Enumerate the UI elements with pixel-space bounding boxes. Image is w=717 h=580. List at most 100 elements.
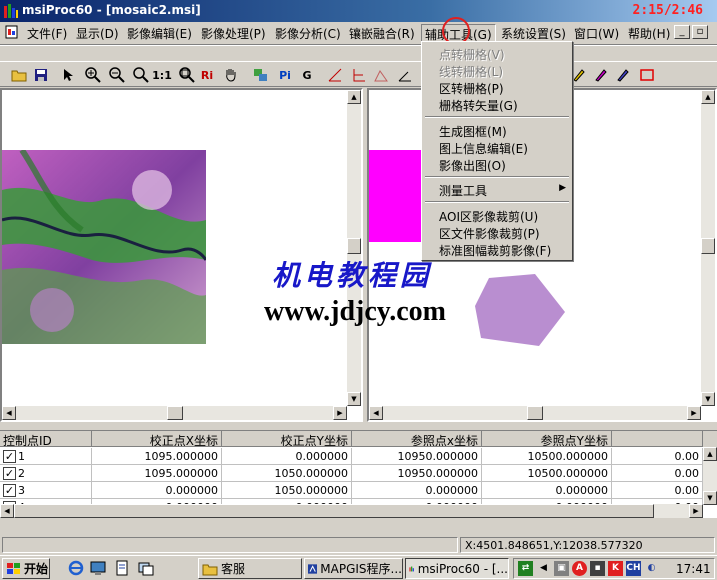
- k-icon[interactable]: K: [608, 561, 623, 576]
- table-vertical-scrollbar[interactable]: ▲ ▼: [703, 447, 717, 505]
- menu-map-info-edit[interactable]: 图上信息编辑(E): [439, 140, 528, 157]
- cell-ref-y[interactable]: 10500.000000: [482, 465, 612, 482]
- menu-window[interactable]: 窗口(W): [571, 24, 622, 43]
- save-icon[interactable]: [32, 66, 50, 84]
- menu-area-to-raster[interactable]: 区转栅格(P): [439, 80, 504, 97]
- scroll-down-icon[interactable]: ▼: [347, 392, 361, 406]
- menu-point-to-raster[interactable]: 点转栅格(V): [439, 46, 505, 63]
- start-button[interactable]: 开始: [2, 558, 50, 579]
- table-horizontal-scrollbar[interactable]: ◀ ▶: [0, 504, 703, 518]
- menu-mosaic-fusion[interactable]: 镶嵌融合(R): [346, 24, 418, 43]
- menu-line-to-raster[interactable]: 线转栅格(L): [439, 63, 503, 80]
- cell-point-id[interactable]: ✓ 3: [0, 482, 92, 499]
- marker-icon[interactable]: [614, 66, 632, 84]
- col-header-ref-y[interactable]: 参照点Y坐标: [482, 431, 612, 447]
- cell-extra[interactable]: 0.00: [612, 448, 703, 465]
- volume-icon[interactable]: ◀: [536, 561, 551, 576]
- desktop-icon[interactable]: [90, 560, 106, 576]
- zoom-icon[interactable]: [132, 66, 150, 84]
- scroll-right-icon[interactable]: ▶: [333, 406, 347, 420]
- zoom-1to1-button[interactable]: 1:1: [152, 66, 172, 84]
- cell-corr-y[interactable]: 1050.000000: [222, 465, 352, 482]
- zoom-in-icon[interactable]: [84, 66, 102, 84]
- ri-button[interactable]: Ri: [198, 66, 216, 84]
- menu-image-output[interactable]: 影像出图(O): [439, 157, 506, 174]
- cell-ref-x[interactable]: 10950.000000: [352, 448, 482, 465]
- security-icon[interactable]: ▣: [554, 561, 569, 576]
- scroll-right-icon[interactable]: ▶: [689, 504, 703, 518]
- scroll-thumb[interactable]: [701, 238, 715, 254]
- pan-hand-icon[interactable]: [222, 66, 240, 84]
- task-mapgis[interactable]: MAPGIS程序...: [304, 558, 403, 579]
- menu-image-analysis[interactable]: 影像分析(C): [272, 24, 344, 43]
- cell-corr-x[interactable]: 1095.000000: [92, 448, 222, 465]
- task-kefu[interactable]: 客服: [198, 558, 302, 579]
- rectangle-icon[interactable]: [638, 66, 656, 84]
- menu-aoi-crop[interactable]: AOI区影像裁剪(U): [439, 208, 538, 225]
- menu-image-process[interactable]: 影像处理(P): [198, 24, 269, 43]
- scroll-thumb[interactable]: [167, 406, 183, 420]
- scroll-up-icon[interactable]: ▲: [703, 447, 717, 461]
- draw-hline-icon[interactable]: [350, 66, 368, 84]
- table-row[interactable]: ✓ 1 1095.000000 0.000000 10950.000000 10500.0…: [0, 448, 717, 465]
- restore-button[interactable]: ▫: [692, 25, 708, 39]
- menu-measure-tools[interactable]: 测量工具: [439, 182, 487, 199]
- pointer-icon[interactable]: [60, 66, 78, 84]
- cell-ref-x[interactable]: 10950.000000: [352, 465, 482, 482]
- zoom-window-icon[interactable]: [178, 66, 196, 84]
- pi-button[interactable]: Pi: [276, 66, 294, 84]
- menu-display[interactable]: 显示(D): [73, 24, 122, 43]
- language-indicator[interactable]: CH: [626, 561, 641, 576]
- scroll-thumb[interactable]: [347, 238, 361, 254]
- pen-icon[interactable]: [592, 66, 610, 84]
- col-header-corr-y[interactable]: 校正点Y坐标: [222, 431, 352, 447]
- menu-file[interactable]: 文件(F): [24, 24, 70, 43]
- draw-angle-icon[interactable]: [396, 66, 414, 84]
- cell-extra[interactable]: 0.00: [612, 465, 703, 482]
- ime-icon[interactable]: ◐: [644, 561, 659, 576]
- menu-help[interactable]: 帮助(H): [625, 24, 673, 43]
- right-vertical-scrollbar[interactable]: ▲ ▼: [701, 90, 715, 406]
- notepad-icon[interactable]: [114, 560, 130, 576]
- menu-image-edit[interactable]: 影像编辑(E): [124, 24, 195, 43]
- cell-point-id[interactable]: ✓ 1: [0, 448, 92, 465]
- minimize-button[interactable]: _: [674, 25, 690, 39]
- cell-corr-y[interactable]: 1050.000000: [222, 482, 352, 499]
- g-button[interactable]: G: [298, 66, 316, 84]
- menu-generate-frame[interactable]: 生成图框(M): [439, 123, 507, 140]
- scroll-down-icon[interactable]: ▼: [701, 392, 715, 406]
- col-header-extra[interactable]: [612, 431, 703, 447]
- task-msiproc[interactable]: msiProc60 - [...: [405, 558, 509, 579]
- draw-curve-icon[interactable]: [372, 66, 390, 84]
- scroll-left-icon[interactable]: ◀: [0, 504, 14, 518]
- table-row[interactable]: ✓ 2 1095.000000 1050.000000 10950.000000 1050…: [0, 465, 717, 482]
- scroll-down-icon[interactable]: ▼: [703, 491, 717, 505]
- cell-ref-y[interactable]: 10500.000000: [482, 448, 612, 465]
- ie-icon[interactable]: [68, 560, 84, 576]
- document-icon[interactable]: [4, 24, 20, 40]
- cell-corr-x[interactable]: 1095.000000: [92, 465, 222, 482]
- network-icon[interactable]: ⇄: [518, 561, 533, 576]
- zoom-out-icon[interactable]: [108, 66, 126, 84]
- scroll-up-icon[interactable]: ▲: [347, 90, 361, 104]
- scroll-thumb[interactable]: [527, 406, 543, 420]
- row-checkbox[interactable]: ✓: [3, 449, 16, 463]
- cell-extra[interactable]: 0.00: [612, 482, 703, 499]
- cell-corr-y[interactable]: 0.000000: [222, 448, 352, 465]
- col-header-id[interactable]: 控制点ID: [0, 431, 92, 447]
- scroll-thumb[interactable]: [14, 504, 654, 518]
- row-checkbox[interactable]: ✓: [3, 466, 16, 480]
- open-icon[interactable]: [10, 66, 28, 84]
- table-row[interactable]: ✓ 3 0.000000 1050.000000 0.000000 0.000000 0.0…: [0, 482, 717, 499]
- left-vertical-scrollbar[interactable]: ▲ ▼: [347, 90, 361, 406]
- layer-icon[interactable]: [252, 66, 270, 84]
- antivirus-icon[interactable]: A: [572, 561, 587, 576]
- left-horizontal-scrollbar[interactable]: ◀ ▶: [2, 406, 347, 420]
- scroll-left-icon[interactable]: ◀: [2, 406, 16, 420]
- cell-ref-x[interactable]: 0.000000: [352, 482, 482, 499]
- menu-raster-to-vector[interactable]: 栅格转矢量(G): [439, 97, 518, 114]
- draw-line-icon[interactable]: [326, 66, 344, 84]
- col-header-corr-x[interactable]: 校正点X坐标: [92, 431, 222, 447]
- scroll-up-icon[interactable]: ▲: [701, 90, 715, 104]
- row-checkbox[interactable]: ✓: [3, 483, 16, 497]
